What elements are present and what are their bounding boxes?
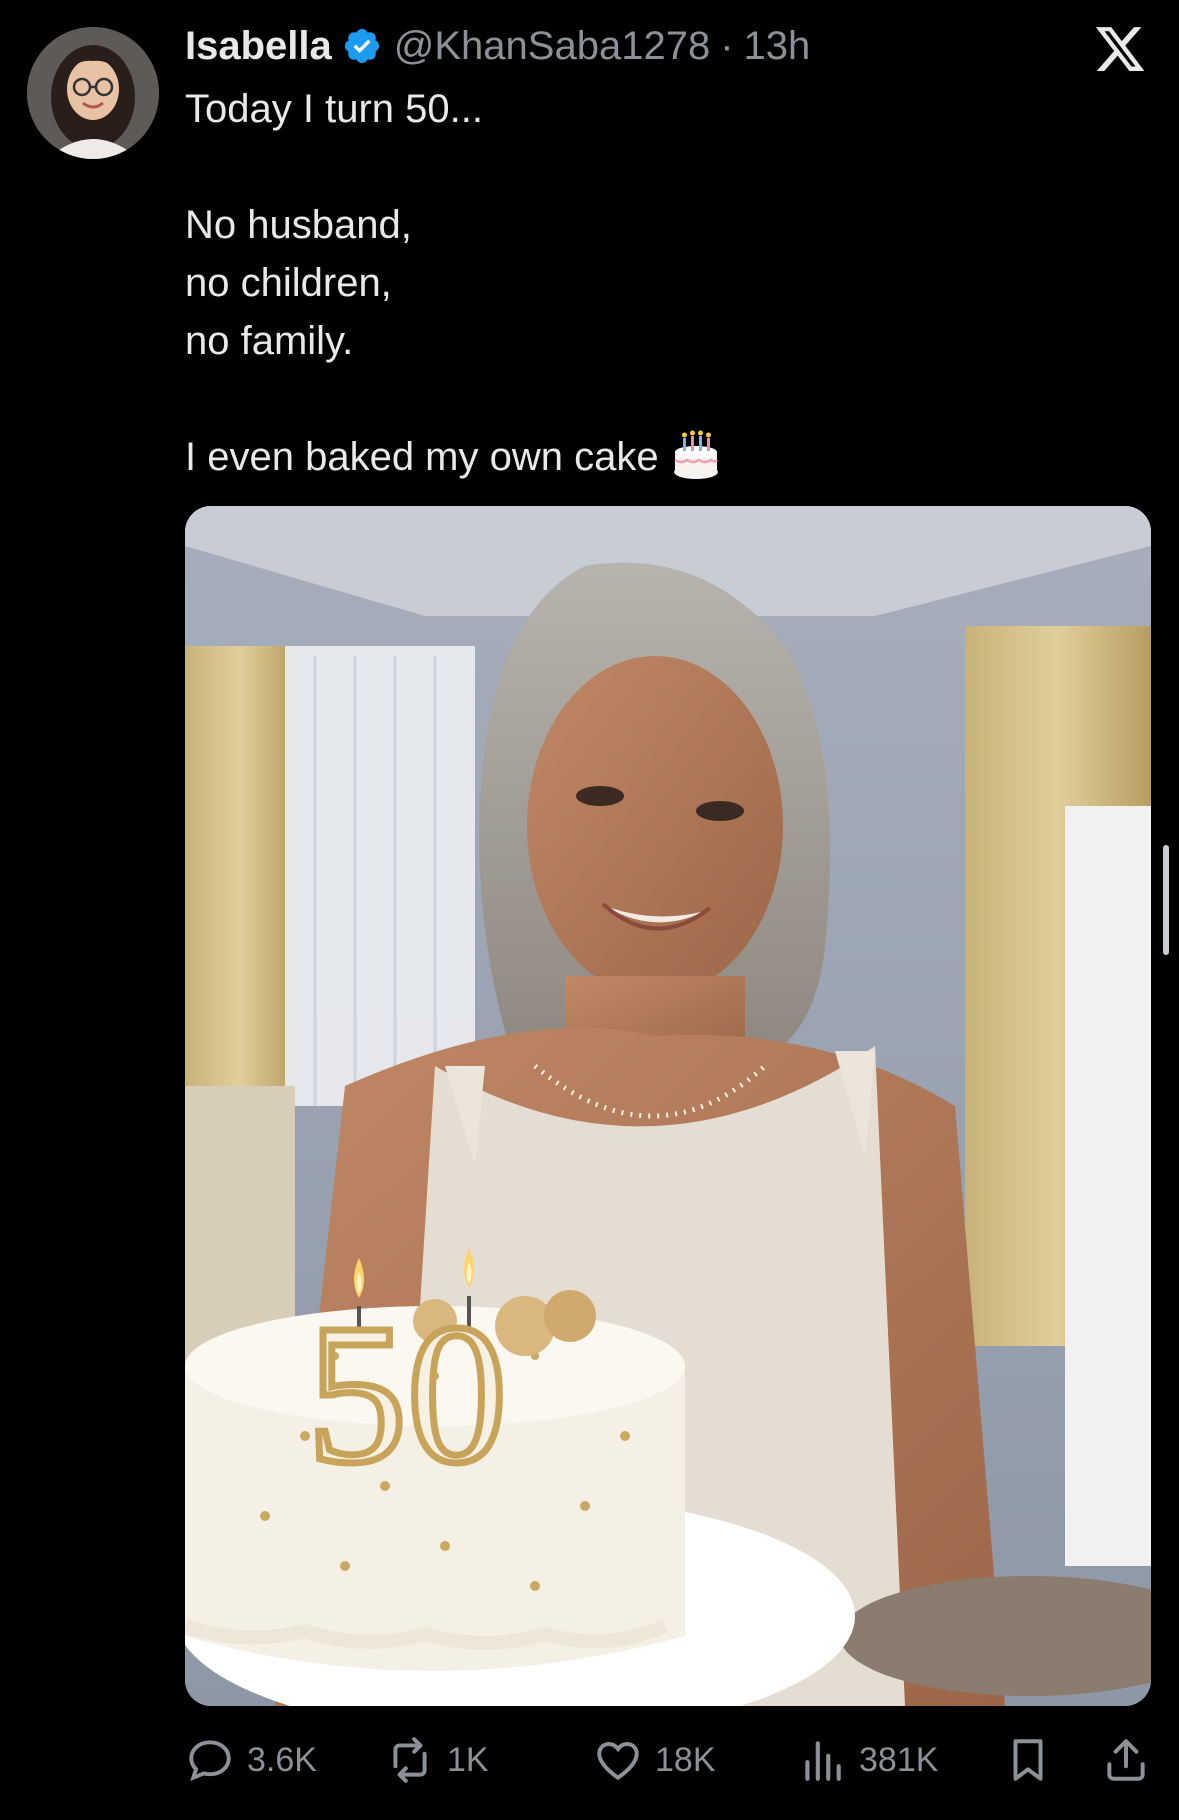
author-handle[interactable]: @KhanSaba1278	[394, 24, 710, 69]
tweet-action-bar: 3.6K 1K 18K 381K	[185, 1730, 1151, 1790]
repost-count: 1K	[447, 1740, 489, 1779]
tweet-timestamp[interactable]: 13h	[744, 24, 811, 69]
tweet-text-content: Today I turn 50... No husband, no childr…	[185, 87, 659, 479]
heart-icon	[597, 1741, 639, 1781]
avatar-image	[27, 27, 159, 159]
tweet-text: Today I turn 50... No husband, no childr…	[185, 80, 1085, 486]
author-name[interactable]: Isabella	[185, 24, 332, 69]
repost-button[interactable]: 1K	[385, 1730, 489, 1790]
tweet-header: Isabella @KhanSaba1278 · 13h	[185, 22, 810, 70]
like-button[interactable]: 18K	[593, 1730, 716, 1790]
reply-icon	[189, 1740, 231, 1782]
candle-number: 50	[307, 1284, 507, 1505]
reply-button[interactable]: 3.6K	[185, 1730, 317, 1790]
views-chart-icon	[805, 1741, 841, 1781]
header-separator: ·	[720, 23, 734, 68]
tweet-photo[interactable]: 50	[185, 506, 1151, 1706]
bookmark-button[interactable]	[1003, 1730, 1065, 1790]
author-avatar[interactable]	[27, 27, 159, 159]
share-icon	[1107, 1739, 1145, 1781]
share-button[interactable]	[1101, 1730, 1163, 1790]
like-count: 18K	[655, 1740, 716, 1779]
x-logo-icon[interactable]	[1093, 22, 1147, 76]
birthday-cake-emoji-icon	[673, 430, 718, 479]
reply-count: 3.6K	[247, 1740, 317, 1779]
photo-illustration: 50	[185, 506, 1151, 1706]
verified-badge-icon	[344, 28, 379, 64]
bookmark-icon	[1013, 1739, 1043, 1781]
view-count: 381K	[859, 1740, 939, 1779]
repost-icon	[393, 1737, 427, 1783]
views-button[interactable]: 381K	[797, 1730, 938, 1790]
scrollbar[interactable]	[1163, 845, 1169, 955]
